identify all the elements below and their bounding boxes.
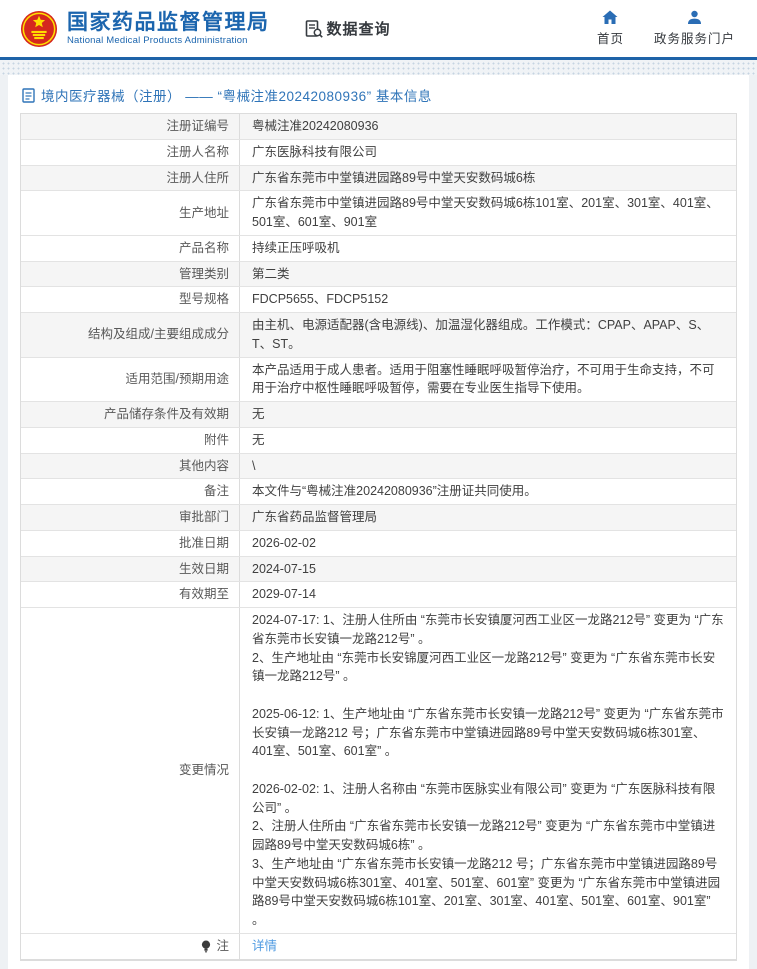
home-icon — [602, 10, 618, 25]
row-label: 备注 — [203, 484, 229, 499]
row-value: 第二类 — [239, 261, 736, 287]
row-label: 批准日期 — [178, 535, 229, 550]
breadcrumb-text: 境内医疗器械（注册） —— “粤械注准20242080936” 基本信息 — [41, 89, 432, 104]
data-query-tab[interactable]: 数据查询 — [304, 18, 391, 39]
row-value: \ — [239, 453, 736, 479]
nav-home[interactable]: 首页 — [597, 10, 624, 47]
bulb-icon — [201, 940, 211, 953]
row-value: FDCP5655、FDCP5152 — [239, 287, 736, 312]
table-row: 产品储存条件及有效期 无 — [21, 402, 736, 428]
site-subtitle: National Medical Products Administration — [67, 34, 248, 46]
document-search-icon — [304, 19, 324, 39]
row-value: 持续正压呼吸机 — [239, 235, 736, 261]
table-row: 结构及组成/主要组成成分 由主机、电源适配器(含电源线)、加温湿化器组成。工作模… — [21, 313, 736, 358]
row-label: 有效期至 — [178, 587, 229, 602]
table-row-note: 注 详情 — [21, 933, 736, 960]
row-value: 无 — [239, 427, 736, 453]
page-icon — [22, 87, 35, 103]
data-query-label: 数据查询 — [326, 21, 391, 38]
site-logo: 国家药品监督管理局 National Medical Products Admi… — [20, 10, 270, 48]
row-value: 2024-07-15 — [239, 556, 736, 582]
row-value: 2024-07-17: 1、注册人住所由 “东莞市长安镇厦河西工业区一龙路212… — [239, 608, 736, 933]
row-label: 生产地址 — [178, 205, 229, 220]
row-value: 2029-07-14 — [239, 582, 736, 607]
note-label: 注 — [216, 938, 229, 953]
site-header: 国家药品监督管理局 National Medical Products Admi… — [0, 0, 757, 57]
table-row: 注册人名称 广东医脉科技有限公司 — [21, 139, 736, 166]
row-value: 广东省东莞市中堂镇进园路89号中堂天安数码城6栋 — [239, 165, 736, 191]
row-label: 生效日期 — [178, 561, 229, 576]
row-label: 注册人名称 — [166, 144, 229, 159]
table-row-change-history: 变更情况 2024-07-17: 1、注册人住所由 “东莞市长安镇厦河西工业区一… — [21, 608, 736, 934]
registration-info-table: 注册证编号 粤械注准20242080936 注册人名称 广东医脉科技有限公司 注… — [20, 113, 737, 961]
nav-home-label: 首页 — [596, 32, 624, 46]
row-label: 适用范围/预期用途 — [125, 371, 229, 386]
row-label: 产品储存条件及有效期 — [103, 407, 229, 421]
note-details-link[interactable]: 详情 — [252, 937, 277, 956]
content-card: 境内医疗器械（注册） —— “粤械注准20242080936” 基本信息 注册证… — [8, 75, 749, 969]
header-nav: 首页 政务服务门户 — [597, 10, 735, 47]
row-label: 型号规格 — [178, 292, 229, 307]
row-value: 本产品适用于成人患者。适用于阻塞性睡眠呼吸暂停治疗，不可用于生命支持，不可用于治… — [239, 357, 736, 401]
row-value: 无 — [239, 402, 736, 427]
row-label: 产品名称 — [178, 240, 229, 255]
user-icon — [687, 10, 702, 25]
table-row: 生产地址 广东省东莞市中堂镇进园路89号中堂天安数码城6栋101室、201室、3… — [21, 191, 736, 236]
table-row: 附件 无 — [21, 427, 736, 454]
table-row: 生效日期 2024-07-15 — [21, 556, 736, 583]
row-label: 其他内容 — [178, 458, 229, 473]
table-row: 管理类别 第二类 — [21, 261, 736, 288]
table-row: 备注 本文件与“粤械注准20242080936”注册证共同使用。 — [21, 479, 736, 505]
table-row: 注册人住所 广东省东莞市中堂镇进园路89号中堂天安数码城6栋 — [21, 165, 736, 192]
row-value: 本文件与“粤械注准20242080936”注册证共同使用。 — [239, 479, 736, 504]
row-label: 审批部门 — [178, 510, 229, 524]
row-value: 广东省药品监督管理局 — [239, 505, 736, 530]
row-label: 注册证编号 — [166, 119, 229, 133]
table-row: 产品名称 持续正压呼吸机 — [21, 235, 736, 262]
nav-gov-portal[interactable]: 政务服务门户 — [654, 10, 735, 47]
table-row: 有效期至 2029-07-14 — [21, 582, 736, 608]
table-row: 其他内容 \ — [21, 453, 736, 480]
row-value: 详情 — [239, 933, 736, 959]
nav-gov-portal-label: 政务服务门户 — [653, 32, 735, 46]
row-label: 附件 — [203, 432, 229, 447]
row-label: 注 — [21, 934, 239, 959]
table-row: 注册证编号 粤械注准20242080936 — [21, 114, 736, 140]
row-value: 粤械注准20242080936 — [239, 114, 736, 139]
row-value: 广东医脉科技有限公司 — [239, 139, 736, 165]
table-row: 型号规格 FDCP5655、FDCP5152 — [21, 287, 736, 313]
site-title: 国家药品监督管理局 — [67, 10, 270, 34]
breadcrumb: 境内医疗器械（注册） —— “粤械注准20242080936” 基本信息 — [8, 76, 749, 113]
table-row: 适用范围/预期用途 本产品适用于成人患者。适用于阻塞性睡眠呼吸暂停治疗，不可用于… — [21, 357, 736, 402]
row-value: 2026-02-02 — [239, 530, 736, 556]
row-label: 结构及组成/主要组成成分 — [88, 327, 229, 342]
table-row: 批准日期 2026-02-02 — [21, 530, 736, 557]
row-value: 由主机、电源适配器(含电源线)、加温湿化器组成。工作模式：CPAP、APAP、S… — [239, 313, 736, 357]
row-label: 管理类别 — [178, 266, 229, 281]
row-value: 广东省东莞市中堂镇进园路89号中堂天安数码城6栋101室、201室、301室、4… — [239, 191, 736, 235]
dotted-band — [0, 60, 757, 75]
row-label: 变更情况 — [178, 763, 229, 777]
national-emblem-icon — [20, 10, 58, 47]
table-row: 审批部门 广东省药品监督管理局 — [21, 505, 736, 531]
row-label: 注册人住所 — [166, 170, 229, 185]
